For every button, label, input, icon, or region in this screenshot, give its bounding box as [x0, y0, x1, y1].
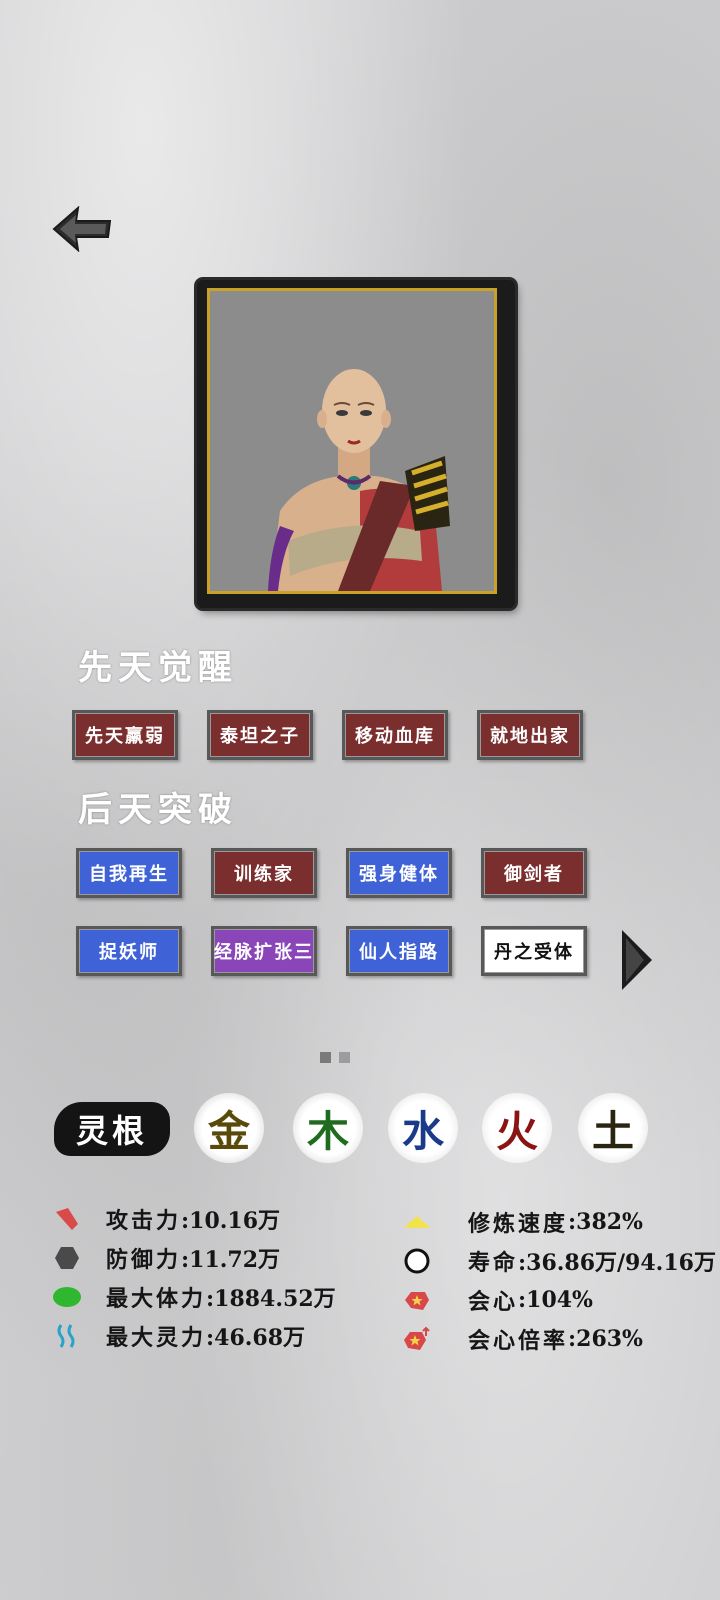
acquired-tag[interactable]: 捉妖师 [76, 926, 182, 976]
acquired-tag[interactable]: 仙人指路 [346, 926, 452, 976]
element-char: 火 [495, 1106, 538, 1156]
stat-lifespan: 寿命:36.86万/94.16万 [402, 1243, 716, 1279]
innate-tag[interactable]: 就地出家 [477, 710, 583, 760]
critical-icon [402, 1285, 432, 1315]
spirit-root-label: 灵根 [54, 1102, 170, 1156]
acquired-tag[interactable]: 丹之受体 [481, 926, 587, 976]
element-char: 土 [591, 1106, 634, 1156]
character-portrait [207, 288, 497, 594]
stat-max-spirit: 最大灵力:46.68万 [52, 1318, 305, 1354]
critical-multiplier-icon [402, 1324, 432, 1354]
health-icon [52, 1282, 82, 1312]
element-water: 水 [388, 1093, 458, 1163]
defense-icon [52, 1243, 82, 1273]
element-char: 木 [306, 1106, 349, 1156]
next-page-button[interactable] [620, 928, 654, 992]
page-dot-2[interactable] [339, 1052, 350, 1063]
element-metal: 金 [194, 1093, 264, 1163]
acquired-tag[interactable]: 自我再生 [76, 848, 182, 898]
stat-max-health: 最大体力:1884.52万 [52, 1279, 336, 1315]
page-dot-1[interactable] [320, 1052, 331, 1063]
pagination-dots [320, 1052, 350, 1063]
element-fire: 火 [482, 1093, 552, 1163]
back-arrow-button[interactable] [52, 205, 114, 253]
element-char: 金 [207, 1106, 250, 1156]
attack-icon [52, 1204, 82, 1234]
element-char: 水 [401, 1106, 444, 1156]
spirit-icon [52, 1321, 82, 1351]
acquired-tag[interactable]: 强身健体 [346, 848, 452, 898]
stat-critical-multiplier: 会心倍率:263% [402, 1321, 643, 1357]
character-portrait-frame [197, 280, 515, 608]
innate-tag[interactable]: 移动血库 [342, 710, 448, 760]
acquired-tag[interactable]: 经脉扩张三 [211, 926, 317, 976]
stat-critical: 会心:104% [402, 1282, 593, 1318]
innate-awakening-title: 先天觉醒 [78, 648, 238, 688]
innate-tag[interactable]: 泰坦之子 [207, 710, 313, 760]
right-triangle-icon [622, 930, 652, 990]
stat-cultivation-speed: 修炼速度:382% [402, 1204, 643, 1240]
stat-defense: 防御力:11.72万 [52, 1240, 280, 1276]
left-arrow-icon [52, 205, 112, 253]
element-wood: 木 [293, 1093, 363, 1163]
acquired-breakthrough-title: 后天突破 [78, 790, 238, 830]
stat-attack: 攻击力:10.16万 [52, 1201, 280, 1237]
innate-tag[interactable]: 先天羸弱 [72, 710, 178, 760]
element-earth: 土 [578, 1093, 648, 1163]
lifespan-icon [402, 1246, 432, 1276]
acquired-tag[interactable]: 御剑者 [481, 848, 587, 898]
cultivation-speed-icon [402, 1207, 432, 1237]
acquired-tag[interactable]: 训练家 [211, 848, 317, 898]
